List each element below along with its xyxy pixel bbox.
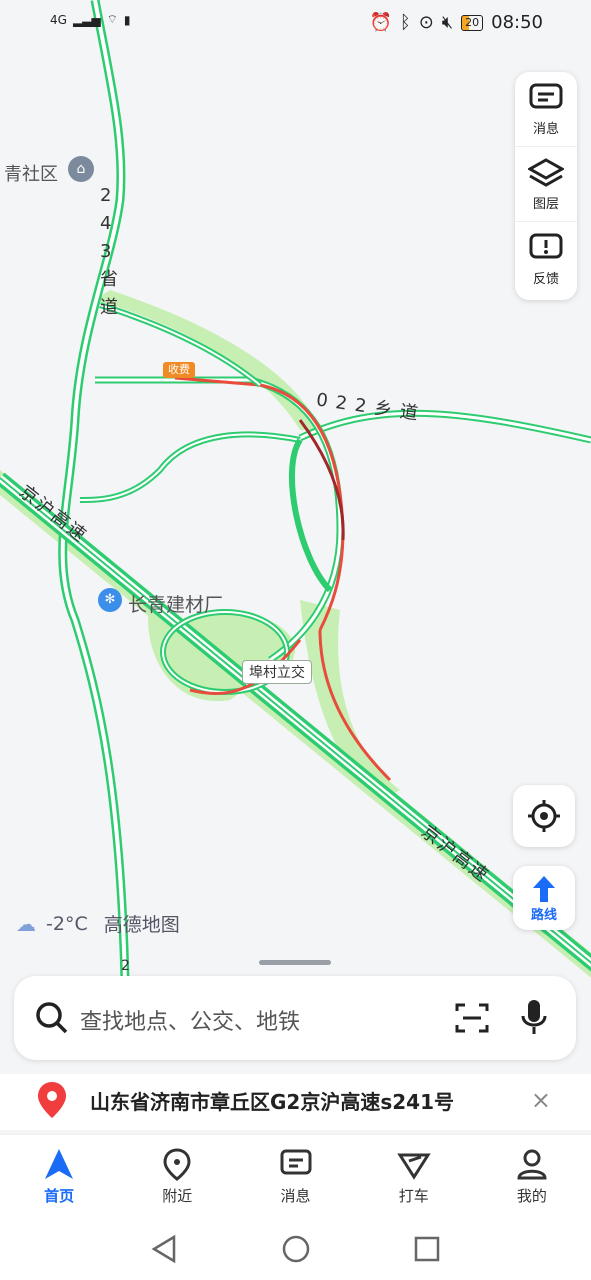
wifi-icon: ⌔ <box>106 12 118 26</box>
layers-button[interactable]: 图层 <box>515 146 577 221</box>
clock: 08:50 <box>491 12 543 33</box>
route-button[interactable]: 路线 <box>513 866 575 930</box>
crosshair-icon <box>528 800 560 832</box>
nearby-pin-icon <box>163 1148 191 1181</box>
back-icon[interactable] <box>150 1234 178 1264</box>
alarm-icon: ⏰ <box>369 12 392 33</box>
message-icon <box>529 83 563 108</box>
taxi-icon <box>396 1153 431 1180</box>
bottom-tab-bar: 首页 附近 消息 打车 我的 <box>0 1134 591 1221</box>
location-icon: ⊙ <box>418 12 434 33</box>
factory-label[interactable]: 长青建材厂 <box>128 590 223 617</box>
search-input[interactable]: 查找地点、公交、地铁 <box>80 1004 300 1036</box>
feedback-icon <box>529 233 563 258</box>
cloud-icon: ☁ <box>16 911 36 936</box>
interchange-label[interactable]: 埠村立交 <box>242 660 312 684</box>
feedback-label: 反馈 <box>532 271 559 287</box>
close-icon[interactable]: × <box>531 1086 551 1114</box>
scan-icon[interactable] <box>454 1000 490 1036</box>
profile-icon <box>517 1149 547 1180</box>
network-indicator: 4G <box>50 12 67 27</box>
weather-widget[interactable]: ☁ -2°C 高德地图 <box>16 910 180 937</box>
road-number-label: 2 <box>121 958 130 974</box>
tab-label: 消息 <box>280 1187 311 1205</box>
system-nav-bar <box>0 1220 591 1280</box>
recents-icon[interactable] <box>413 1234 441 1264</box>
tab-profile[interactable]: 我的 <box>473 1135 591 1221</box>
tab-label: 附近 <box>162 1187 193 1205</box>
provincial-road-label: 243省道 <box>100 185 118 318</box>
toll-badge: 收费 <box>163 362 195 378</box>
layers-label: 图层 <box>532 196 559 212</box>
community-label[interactable]: 青社区 <box>4 160 58 186</box>
signal-icon: ▂▃▅ <box>72 12 101 27</box>
status-bar: 4G ▂▃▅ ⌔ ▮ ⏰ ᛒ ⊙ 🔇︎ 20 08:50 <box>0 0 591 46</box>
layers-icon <box>528 157 564 187</box>
address-text: 山东省济南市章丘区G2京沪高速s241号 <box>90 1090 454 1114</box>
route-arrow-icon <box>533 875 555 902</box>
factory-pin-icon[interactable]: ✻ <box>98 588 122 612</box>
feedback-button[interactable]: 反馈 <box>515 221 577 296</box>
tab-messages[interactable]: 消息 <box>236 1135 354 1221</box>
current-location-card[interactable]: 山东省济南市章丘区G2京沪高速s241号 × <box>0 1074 591 1130</box>
mute-icon: 🔇︎ <box>441 12 454 33</box>
temperature: -2°C <box>46 912 88 935</box>
home-icon[interactable] <box>281 1234 311 1264</box>
sim-icon: ▮ <box>123 12 131 27</box>
message-icon <box>280 1149 311 1175</box>
tab-nearby[interactable]: 附近 <box>118 1135 236 1221</box>
tab-taxi[interactable]: 打车 <box>355 1135 473 1221</box>
route-label: 路线 <box>530 907 557 923</box>
bluetooth-icon: ᛒ <box>399 12 411 33</box>
messages-button[interactable]: 消息 <box>515 72 577 146</box>
battery-indicator: 20 <box>461 14 484 31</box>
tab-label: 我的 <box>516 1187 547 1205</box>
search-icon <box>36 1002 68 1034</box>
tab-label: 首页 <box>44 1187 75 1205</box>
sheet-drag-handle[interactable] <box>259 960 331 965</box>
tab-home[interactable]: 首页 <box>0 1135 118 1221</box>
messages-label: 消息 <box>532 121 559 137</box>
community-icon: ⌂ <box>68 156 94 182</box>
search-box[interactable]: 查找地点、公交、地铁 <box>14 976 576 1060</box>
map-tools-panel: 消息 图层 反馈 <box>515 72 577 300</box>
location-pin-icon <box>38 1082 66 1118</box>
tab-label: 打车 <box>398 1187 429 1205</box>
microphone-icon[interactable] <box>518 998 550 1038</box>
navigate-arrow-icon <box>45 1149 74 1179</box>
brand-logo-text: 高德地图 <box>103 914 180 936</box>
locate-button[interactable] <box>513 785 575 847</box>
